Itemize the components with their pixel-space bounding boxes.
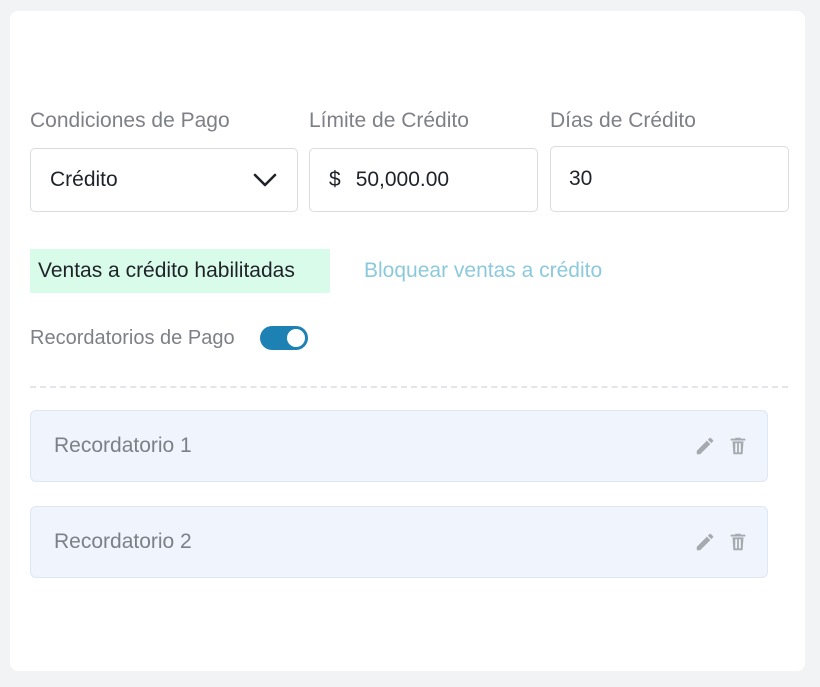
reminder-label: Recordatorio 1 [54, 434, 192, 457]
payment-terms-label: Condiciones de Pago [30, 109, 230, 132]
credit-limit-value: 50,000.00 [355, 168, 450, 191]
reminder-item: Recordatorio 2 [30, 506, 768, 578]
payment-terms-select[interactable]: Crédito [30, 148, 298, 212]
reminder-label: Recordatorio 2 [54, 530, 192, 553]
credit-days-input[interactable]: 30 [550, 146, 789, 212]
credit-enabled-badge: Ventas a crédito habilitadas [30, 249, 330, 293]
pencil-icon[interactable] [694, 435, 716, 457]
credit-limit-input[interactable]: $ 50,000.00 [309, 148, 538, 212]
toggle-knob [287, 329, 305, 347]
chevron-down-icon [253, 173, 277, 187]
trash-icon[interactable] [727, 435, 749, 457]
trash-icon[interactable] [727, 531, 749, 553]
currency-symbol: $ [329, 168, 341, 191]
block-credit-link[interactable]: Bloquear ventas a crédito [364, 259, 602, 283]
pencil-icon[interactable] [694, 531, 716, 553]
section-divider [30, 386, 788, 388]
credit-limit-label: Límite de Crédito [309, 109, 469, 132]
payment-terms-value: Crédito [50, 168, 118, 191]
reminder-item: Recordatorio 1 [30, 410, 768, 482]
credit-days-value: 30 [569, 167, 593, 190]
credit-days-label: Días de Crédito [550, 109, 696, 132]
reminders-toggle[interactable] [260, 326, 308, 350]
reminders-label: Recordatorios de Pago [30, 327, 235, 349]
app-frame: Condiciones de Pago Crédito Límite de Cr… [0, 0, 820, 687]
